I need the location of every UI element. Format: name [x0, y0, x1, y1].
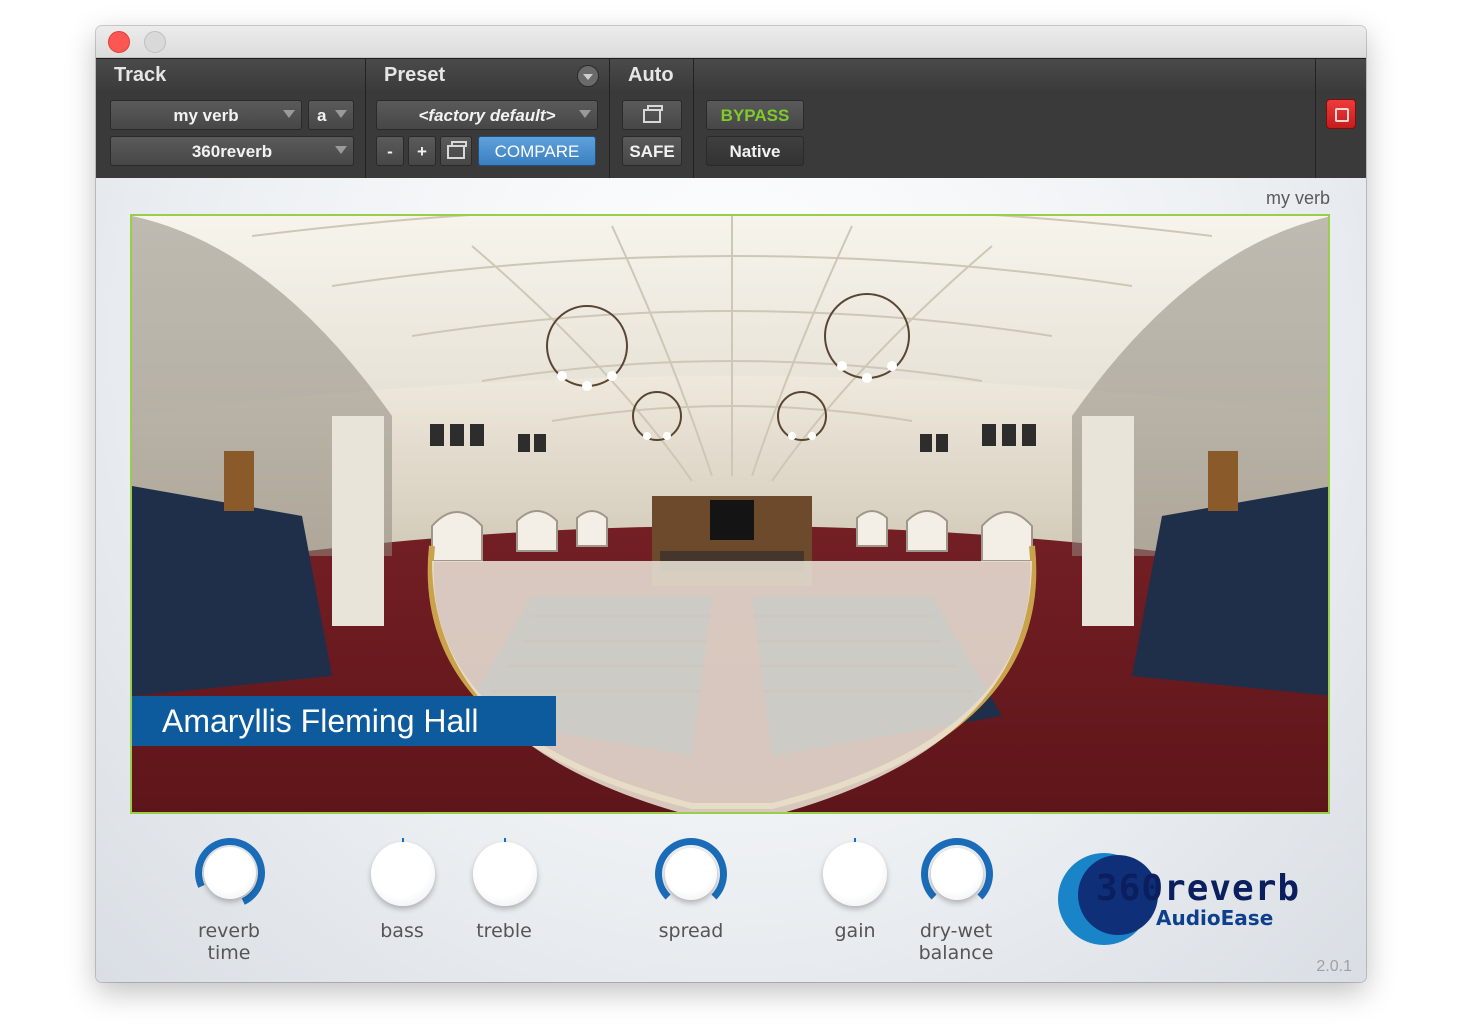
hall-name-banner: Amaryllis Fleming Hall [132, 696, 556, 746]
insert-selector[interactable]: 360reverb [110, 136, 354, 166]
preset-value: <factory default> [418, 106, 556, 125]
plugin-header-toolbar: Track my verb a 360reverb Preset <factor… [96, 58, 1366, 179]
copy-window-icon [447, 141, 467, 159]
close-window-button[interactable] [108, 31, 130, 53]
chevron-down-icon [579, 110, 591, 118]
reverb-time-label-line2: time [207, 942, 251, 964]
track-name: my verb [173, 106, 239, 125]
preset-column-header: Preset [366, 59, 610, 91]
plugin-panel: my verb Amaryllis Fleming Hall reverb ti… [96, 178, 1366, 982]
bypass-column: BYPASS Native [694, 91, 1316, 179]
compare-button[interactable]: COMPARE [478, 136, 596, 166]
spread-knob[interactable] [665, 848, 717, 900]
preset-menu-button[interactable] [577, 65, 599, 87]
auto-column-header: Auto [610, 59, 694, 91]
power-icon[interactable] [1326, 99, 1356, 129]
preset-selector[interactable]: <factory default> [376, 100, 598, 130]
logo-company: AudioEase [1156, 906, 1274, 930]
dry-wet-label: dry-wet balance [886, 920, 1026, 964]
reverb-time-label: reverb time [159, 920, 299, 964]
insert-name: 360reverb [191, 142, 273, 161]
chevron-down-icon [335, 146, 347, 154]
treble-label: treble [476, 920, 532, 942]
bypass-column-header [694, 59, 1316, 91]
gain-knob[interactable] [823, 842, 887, 906]
reverb-time-label-line1: reverb [198, 920, 260, 942]
track-column: my verb a 360reverb [96, 91, 366, 179]
dry-wet-label-line2: balance [918, 942, 994, 964]
spread-label: spread [658, 920, 724, 942]
hall-panorama[interactable]: Amaryllis Fleming Hall [130, 214, 1330, 814]
auto-column: SAFE [610, 91, 694, 179]
bypass-button[interactable]: BYPASS [706, 100, 804, 130]
next-preset-button[interactable]: + [408, 136, 436, 166]
plugin-window: Track my verb a 360reverb Preset <factor… [96, 26, 1366, 982]
channel-selector[interactable]: a [308, 100, 354, 130]
dry-wet-knob[interactable] [931, 848, 983, 900]
safe-button[interactable]: SAFE [622, 136, 682, 166]
dry-wet-label-line1: dry-wet [919, 920, 993, 942]
channel-label: a [317, 106, 327, 125]
automation-window-icon [643, 105, 663, 123]
instance-name: my verb [1265, 188, 1330, 208]
native-indicator: Native [706, 136, 804, 166]
chevron-down-icon [283, 110, 295, 118]
version-label: 2.0.1 [1316, 958, 1352, 975]
reverb-time-knob[interactable] [204, 847, 256, 899]
copy-settings-button[interactable] [440, 136, 472, 166]
chevron-down-icon [335, 110, 347, 118]
minimize-window-button[interactable] [144, 31, 166, 53]
logo-wordmark: 360reverb [1096, 868, 1301, 909]
bass-knob[interactable] [371, 842, 435, 906]
power-column-header [1316, 59, 1366, 91]
preset-column: <factory default> - + COMPARE [366, 91, 610, 179]
preset-header-label: Preset [384, 64, 446, 86]
previous-preset-button[interactable]: - [376, 136, 404, 166]
automation-window-button[interactable] [622, 100, 682, 130]
treble-knob[interactable] [473, 842, 537, 906]
track-selector[interactable]: my verb [110, 100, 302, 130]
title-bar [96, 26, 1366, 58]
track-column-header: Track [96, 59, 366, 91]
